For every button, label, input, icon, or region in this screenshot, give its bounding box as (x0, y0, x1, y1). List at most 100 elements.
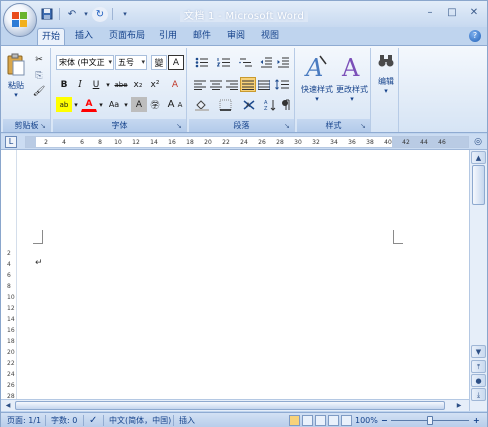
zoom-out-button[interactable]: − (381, 413, 388, 427)
undo-dropdown-icon[interactable]: ▾ (82, 7, 90, 22)
font-size-combo[interactable]: 五号 ▾ (115, 55, 147, 70)
bullets-icon[interactable] (192, 55, 212, 70)
outline-view-icon[interactable] (328, 415, 339, 426)
minimize-button[interactable]: – (419, 3, 441, 21)
clear-formatting-icon[interactable]: A (167, 77, 183, 92)
align-left-icon[interactable] (192, 77, 208, 92)
format-painter-icon[interactable]: 🖌 (31, 84, 47, 99)
justify-icon[interactable] (240, 77, 256, 92)
vertical-scrollbar[interactable]: ▲ ▼ ⤒ ● ⤓ (469, 150, 487, 411)
italic-button[interactable]: I (72, 77, 88, 92)
font-launcher-icon[interactable]: ↘ (176, 122, 184, 130)
borders-icon[interactable] (216, 97, 236, 112)
cut-icon[interactable]: ✂ (31, 52, 47, 67)
select-browse-object-button[interactable]: ● (471, 374, 486, 387)
numbering-icon[interactable] (214, 55, 234, 70)
horizontal-ruler[interactable]: 2 4 6 8 10 12 14 16 18 20 22 24 26 28 30 32 34 36 38 40 42 44… (25, 136, 469, 148)
horizontal-scroll-thumb[interactable] (15, 401, 445, 410)
document-page[interactable]: ↵ (21, 150, 467, 411)
subscript-button[interactable]: x₂ (130, 77, 146, 92)
change-case-button[interactable]: Aa (106, 97, 122, 112)
change-styles-button[interactable]: A 更改样式 ▾ (335, 52, 369, 103)
highlight-dropdown-icon[interactable]: ▾ (72, 97, 80, 112)
underline-dropdown-icon[interactable]: ▾ (104, 77, 112, 92)
tab-page-layout[interactable]: 页面布局 (105, 28, 149, 45)
tab-insert[interactable]: 插入 (71, 28, 97, 45)
paste-button[interactable]: 粘贴 ▾ (5, 52, 27, 99)
scroll-thumb[interactable] (472, 165, 485, 205)
superscript-button[interactable]: x² (147, 77, 163, 92)
web-layout-view-icon[interactable] (315, 415, 326, 426)
view-ruler-icon[interactable]: ◎ (472, 136, 484, 148)
underline-button[interactable]: U (88, 77, 104, 92)
full-screen-reading-view-icon[interactable] (302, 415, 313, 426)
paragraph-launcher-icon[interactable]: ↘ (284, 122, 292, 130)
change-case-dropdown-icon[interactable]: ▾ (122, 97, 130, 112)
next-page-button[interactable]: ⤓ (471, 388, 486, 401)
status-separator (103, 415, 104, 426)
quick-styles-button[interactable]: A 快速样式 ▾ (299, 52, 335, 103)
tab-home[interactable]: 开始 (37, 28, 65, 45)
draft-view-icon[interactable] (341, 415, 352, 426)
font-color-button[interactable]: A (81, 97, 97, 112)
multilevel-list-icon[interactable] (236, 55, 256, 70)
page-count[interactable]: 页面: 1/1 (7, 413, 41, 427)
customize-qat-icon[interactable]: ▾ (117, 7, 133, 22)
shading-icon[interactable] (192, 97, 212, 112)
align-right-icon[interactable] (224, 77, 240, 92)
zoom-in-button[interactable]: + (473, 413, 480, 427)
strikethrough-button[interactable]: abe (113, 77, 129, 92)
paste-dropdown-icon[interactable]: ▾ (5, 91, 27, 99)
change-styles-dropdown-icon[interactable]: ▾ (335, 95, 369, 103)
font-color-dropdown-icon[interactable]: ▾ (97, 97, 105, 112)
insert-mode-indicator[interactable]: 插入 (179, 413, 195, 427)
tab-view[interactable]: 视图 (259, 28, 281, 45)
phonetic-guide-button[interactable]: 變 (151, 55, 167, 70)
styles-launcher-icon[interactable]: ↘ (360, 122, 368, 130)
tab-mailings[interactable]: 邮件 (191, 28, 213, 45)
help-icon[interactable]: ? (469, 30, 481, 42)
restore-button[interactable]: □ (441, 3, 463, 21)
print-layout-view-icon[interactable] (289, 415, 300, 426)
editing-button[interactable]: 编辑 ▾ (375, 54, 397, 95)
vertical-ruler[interactable]: 24681012141618202224262830 (5, 150, 17, 411)
copy-icon[interactable]: ⎘ (31, 68, 47, 83)
asian-layout-icon[interactable]: A (239, 97, 259, 112)
shrink-font-button[interactable]: A (175, 97, 185, 112)
scroll-right-button[interactable]: ▶ (453, 400, 465, 411)
office-button[interactable] (3, 3, 37, 37)
increase-indent-icon[interactable] (275, 55, 291, 70)
character-shading-button[interactable]: A (131, 97, 147, 112)
tab-review[interactable]: 审阅 (225, 28, 247, 45)
enclose-characters-button[interactable]: ㊫ (147, 97, 163, 112)
align-center-icon[interactable] (208, 77, 224, 92)
zoom-level[interactable]: 100% (355, 413, 378, 427)
previous-page-button[interactable]: ⤒ (471, 360, 486, 373)
bold-button[interactable]: B (56, 77, 72, 92)
clipboard-launcher-icon[interactable]: ↘ (40, 122, 48, 130)
close-button[interactable]: ✕ (463, 3, 485, 21)
zoom-slider-knob[interactable] (427, 416, 433, 425)
line-spacing-icon[interactable] (272, 77, 292, 92)
scroll-left-button[interactable]: ◀ (2, 400, 14, 411)
editing-dropdown-icon[interactable]: ▾ (375, 87, 397, 95)
proofing-icon[interactable]: ✓ (89, 413, 97, 427)
save-icon[interactable] (39, 7, 55, 22)
language-indicator[interactable]: 中文(简体，中国) (109, 413, 171, 427)
font-name-combo[interactable]: 宋体 (中文正 ▾ (56, 55, 114, 70)
undo-icon[interactable]: ↶ (64, 7, 80, 22)
character-border-button[interactable]: A (168, 55, 184, 70)
scroll-up-button[interactable]: ▲ (471, 151, 486, 164)
horizontal-scrollbar[interactable]: ◀ ▶ (1, 399, 469, 411)
scroll-down-button[interactable]: ▼ (471, 345, 486, 358)
tab-selector-button[interactable]: L (5, 136, 17, 148)
redo-icon[interactable]: ↻ (92, 6, 108, 22)
sort-icon[interactable]: AZ (262, 97, 278, 112)
word-count[interactable]: 字数: 0 (51, 413, 77, 427)
decrease-indent-icon[interactable] (258, 55, 274, 70)
show-marks-icon[interactable] (278, 97, 294, 112)
highlight-color-button[interactable]: ab (56, 97, 72, 112)
distributed-icon[interactable] (256, 77, 272, 92)
quick-styles-dropdown-icon[interactable]: ▾ (299, 95, 335, 103)
tab-references[interactable]: 引用 (157, 28, 179, 45)
